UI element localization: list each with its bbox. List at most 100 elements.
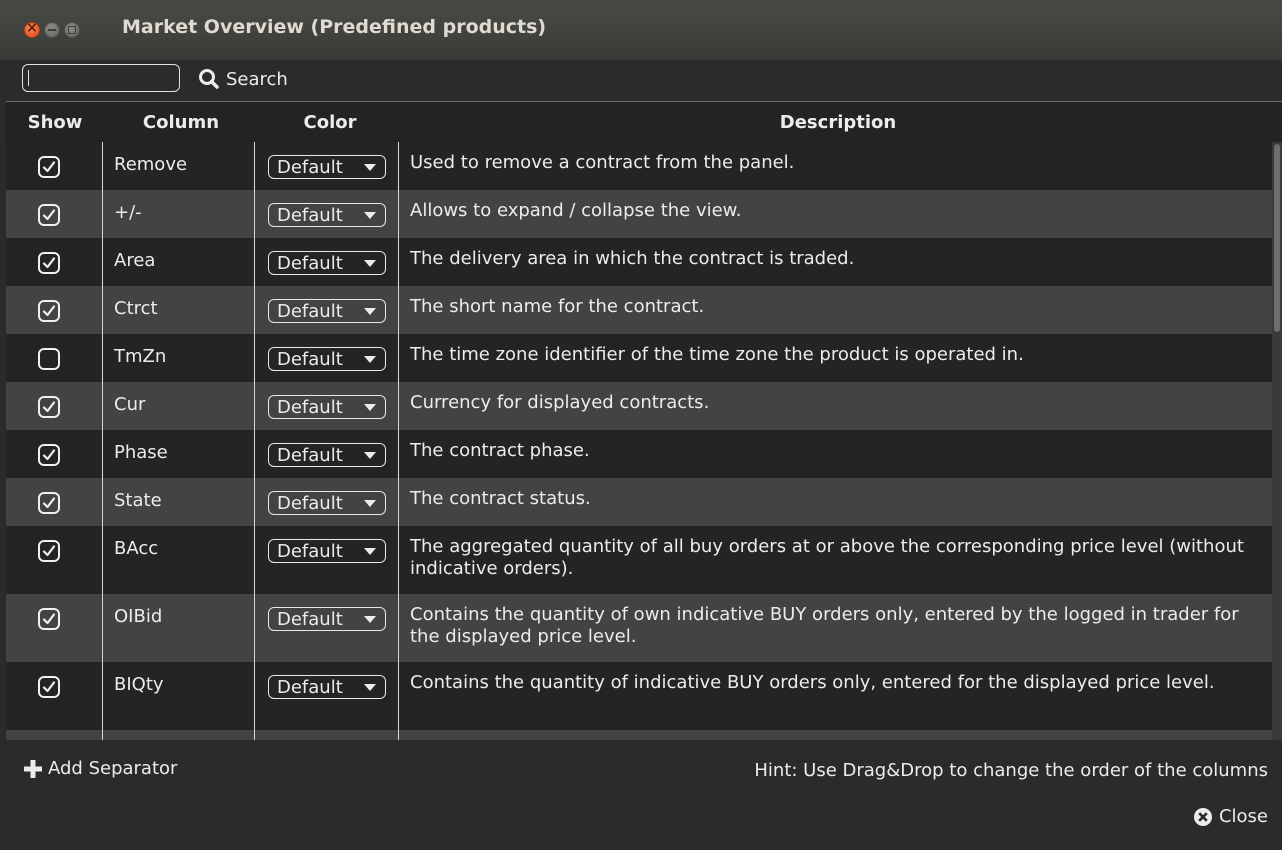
column-name: OIBid: [114, 606, 163, 627]
table-row[interactable]: OIBid Default Contains the quantity of own…: [6, 594, 1272, 662]
chevron-down-icon: [364, 404, 376, 411]
show-checkbox[interactable]: [38, 396, 60, 418]
window-minimize-button[interactable]: [44, 22, 60, 38]
column-description: Used to remove a contract from the panel…: [410, 152, 795, 173]
column-name: Area: [114, 250, 156, 271]
table-row[interactable]: Ctrct Default The short name for the contr…: [6, 286, 1272, 334]
header-show: Show: [27, 112, 83, 133]
add-separator-button[interactable]: Add Separator: [24, 758, 177, 779]
color-dropdown[interactable]: Default: [268, 299, 386, 323]
column-description: Contains the quantity of own indicative …: [410, 604, 1239, 647]
title-bar: Market Overview (Predefined products): [0, 0, 1282, 60]
color-dropdown-value: Default: [277, 396, 343, 418]
column-name: TmZn: [114, 346, 167, 367]
column-description: The time zone identifier of the time zon…: [410, 344, 1024, 365]
chevron-down-icon: [364, 212, 376, 219]
column-name: State: [114, 490, 162, 511]
column-divider: [398, 142, 399, 741]
color-dropdown-value: Default: [277, 540, 343, 562]
column-description: Currency for displayed contracts.: [410, 392, 710, 413]
show-checkbox[interactable]: [38, 300, 60, 322]
chevron-down-icon: [364, 500, 376, 507]
color-dropdown-value: Default: [277, 300, 343, 322]
column-description: The aggregated quantity of all buy order…: [410, 536, 1244, 579]
color-dropdown[interactable]: Default: [268, 251, 386, 275]
header-description: Description: [779, 112, 897, 133]
color-dropdown[interactable]: Default: [268, 347, 386, 371]
table-row[interactable]: TmZn Default The time zone identifier of t…: [6, 334, 1272, 382]
chevron-down-icon: [364, 548, 376, 555]
column-description: The delivery area in which the contract …: [410, 248, 855, 269]
table-row[interactable]: Remove Default Used to remove a contract f…: [6, 142, 1272, 190]
column-name: Ctrct: [114, 298, 158, 319]
color-dropdown[interactable]: Default: [268, 491, 386, 515]
chevron-down-icon: [364, 452, 376, 459]
search-bar: Search: [0, 60, 1282, 100]
color-dropdown-value: Default: [277, 204, 343, 226]
scrollbar-thumb[interactable]: [1274, 144, 1280, 332]
vertical-scrollbar[interactable]: [1272, 142, 1282, 741]
show-checkbox[interactable]: [38, 540, 60, 562]
color-dropdown-value: Default: [277, 444, 343, 466]
table-row[interactable]: BIQty Default Contains the quantity of ind…: [6, 662, 1272, 730]
window-maximize-button[interactable]: [64, 22, 80, 38]
show-checkbox[interactable]: [38, 204, 60, 226]
table-row[interactable]: Cur Default Currency for displayed contrac…: [6, 382, 1272, 430]
show-checkbox[interactable]: [38, 252, 60, 274]
color-dropdown[interactable]: Default: [268, 607, 386, 631]
color-dropdown-value: Default: [277, 156, 343, 178]
show-checkbox[interactable]: [38, 444, 60, 466]
header-color: Color: [303, 112, 357, 133]
search-button[interactable]: Search: [198, 66, 288, 92]
color-dropdown-value: Default: [277, 492, 343, 514]
column-description: Allows to expand / collapse the view.: [410, 200, 742, 221]
window-title: Market Overview (Predefined products): [122, 16, 547, 38]
chevron-down-icon: [364, 684, 376, 691]
table-row[interactable]: State Default The contract status.: [6, 478, 1272, 526]
color-dropdown[interactable]: Default: [268, 155, 386, 179]
column-description: Contains the quantity of indicative BUY …: [410, 672, 1215, 693]
close-circle-icon: [1193, 807, 1212, 826]
chevron-down-icon: [364, 164, 376, 171]
color-dropdown[interactable]: Default: [268, 443, 386, 467]
columns-table: Show Column Color Description Remove Defa…: [6, 101, 1282, 741]
search-input[interactable]: [22, 64, 180, 92]
column-description: The contract status.: [410, 488, 591, 509]
color-dropdown[interactable]: Default: [268, 395, 386, 419]
checkmark-icon: [42, 497, 56, 509]
show-checkbox[interactable]: [38, 608, 60, 630]
show-checkbox[interactable]: [38, 348, 60, 370]
chevron-down-icon: [364, 260, 376, 267]
plus-icon: [24, 759, 42, 778]
search-icon: [199, 69, 219, 89]
column-name: Remove: [114, 154, 188, 175]
column-name: Cur: [114, 394, 146, 415]
header-column: Column: [142, 112, 220, 133]
table-row[interactable]: Phase Default The contract phase.: [6, 430, 1272, 478]
checkmark-icon: [42, 257, 56, 269]
chevron-down-icon: [364, 356, 376, 363]
column-divider: [102, 142, 103, 741]
color-dropdown[interactable]: Default: [268, 675, 386, 699]
hint-text: Hint: Use Drag&Drop to change the order …: [754, 760, 1268, 781]
color-dropdown-value: Default: [277, 676, 343, 698]
table-row[interactable]: Area Default The delivery area in which th…: [6, 238, 1272, 286]
show-checkbox[interactable]: [38, 156, 60, 178]
color-dropdown-value: Default: [277, 252, 343, 274]
window-close-button[interactable]: [24, 20, 40, 38]
checkmark-icon: [42, 401, 56, 413]
show-checkbox[interactable]: [38, 492, 60, 514]
column-name: Phase: [114, 442, 168, 463]
column-description: The short name for the contract.: [410, 296, 705, 317]
table-row[interactable]: +/- Default Allows to expand / collapse th…: [6, 190, 1272, 238]
close-button[interactable]: Close: [1193, 806, 1268, 827]
color-dropdown[interactable]: Default: [268, 203, 386, 227]
show-checkbox[interactable]: [38, 676, 60, 698]
checkmark-icon: [42, 545, 56, 557]
color-dropdown[interactable]: Default: [268, 539, 386, 563]
chevron-down-icon: [364, 616, 376, 623]
dialog-footer: Add Separator Hint: Use Drag&Drop to cha…: [0, 740, 1282, 850]
color-dropdown-value: Default: [277, 348, 343, 370]
column-name: BIQty: [114, 674, 164, 695]
table-row[interactable]: BAcc Default The aggregated quantity of al…: [6, 526, 1272, 594]
